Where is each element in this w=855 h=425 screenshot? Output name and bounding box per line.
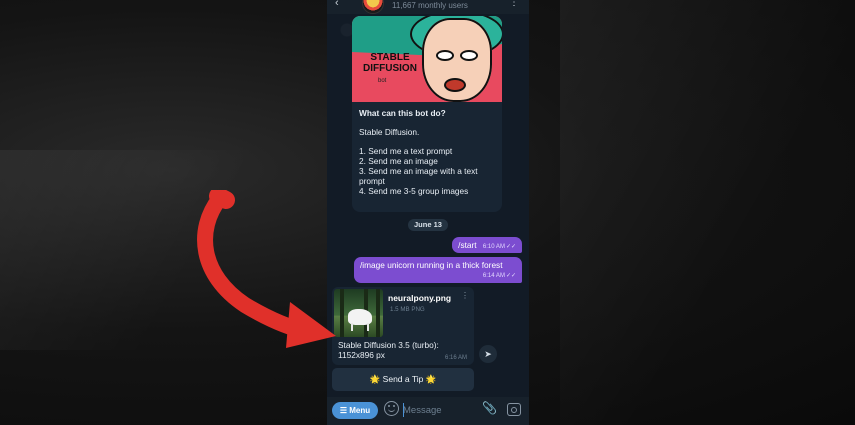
file-size: 1.5 MB PNG	[390, 306, 425, 313]
monthly-users-text: 11,667 monthly users	[392, 1, 468, 10]
camera-icon[interactable]	[507, 403, 521, 416]
logo-text: STABLE DIFFUSION	[363, 52, 417, 74]
background-fold	[560, 0, 855, 425]
message-time: 6:14 AM	[482, 273, 505, 279]
bot-avatar[interactable]	[362, 0, 384, 14]
send-tip-button[interactable]: 🌟 Send a Tip 🌟	[332, 368, 474, 391]
kebab-icon[interactable]: ⋮	[509, 0, 519, 8]
intro-step: 4. Send me 3-5 group images	[359, 186, 469, 196]
text-cursor	[403, 403, 404, 417]
chat-header: ‹ 11,667 monthly users ⋮	[327, 0, 529, 14]
date-separator: June 13	[408, 219, 448, 231]
phone-screen: ‹ 11,667 monthly users ⋮ STABLE DIFFUSIO…	[327, 0, 529, 425]
image-thumbnail[interactable]	[334, 289, 383, 337]
read-ticks-icon: ✓✓	[505, 273, 516, 279]
intro-title: What can this bot do?	[359, 108, 446, 118]
file-message[interactable]: neuralpony.png 1.5 MB PNG ⋮ Stable Diffu…	[332, 287, 474, 365]
message-input-bar: ☰ Menu 📎	[327, 397, 529, 425]
menu-button[interactable]: ☰ Menu	[332, 402, 378, 419]
kebab-icon[interactable]: ⋮	[461, 291, 469, 300]
message-time: 6:10 AM	[482, 244, 505, 250]
bot-intro-image: STABLE DIFFUSION bot	[352, 16, 502, 102]
message-text: /image unicorn running in a thick forest	[360, 260, 503, 270]
intro-step: 2. Send me an image	[359, 156, 438, 166]
intro-description: Stable Diffusion.	[359, 127, 420, 137]
back-arrow-icon[interactable]: ‹	[335, 0, 339, 9]
outgoing-message[interactable]: /start 6:10 AM✓✓	[452, 237, 522, 253]
intro-steps-list: 1. Send me a text prompt 2. Send me an i…	[359, 146, 495, 196]
file-name[interactable]: neuralpony.png	[388, 293, 451, 303]
message-input[interactable]	[403, 403, 473, 418]
message-time: 6:16 AM	[444, 355, 467, 361]
emoji-icon[interactable]	[384, 401, 399, 416]
read-ticks-icon: ✓✓	[505, 244, 516, 250]
annotation-arrow-icon	[197, 190, 336, 348]
background-fold	[0, 150, 320, 350]
file-caption: Stable Diffusion 3.5 (turbo): 1152x896 p…	[338, 340, 439, 360]
menu-label: Menu	[349, 406, 371, 415]
intro-step: 3. Send me an image with a text prompt	[359, 166, 478, 186]
bot-intro-card: STABLE DIFFUSION bot What can this bot d…	[352, 16, 502, 212]
intro-step: 1. Send me a text prompt	[359, 146, 453, 156]
hamburger-icon: ☰	[339, 406, 348, 415]
forward-icon[interactable]: ➤	[479, 345, 497, 363]
message-text: /start	[458, 240, 477, 250]
paperclip-icon[interactable]: 📎	[482, 401, 497, 415]
outgoing-message[interactable]: /image unicorn running in a thick forest…	[354, 257, 522, 283]
logo-subtext: bot	[378, 78, 387, 84]
